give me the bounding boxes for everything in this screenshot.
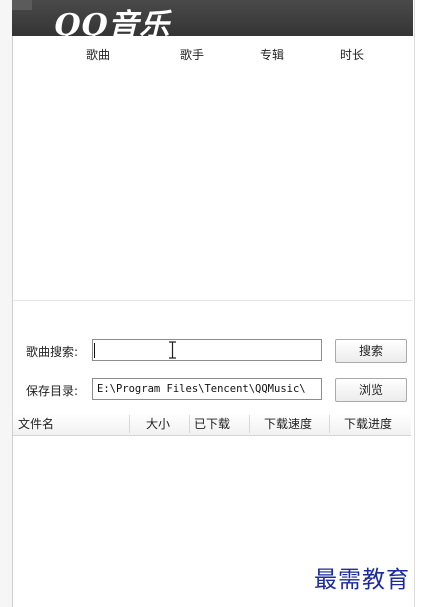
ibeam-cursor-icon — [169, 341, 176, 359]
song-col-title[interactable]: 歌曲 — [86, 46, 110, 63]
dl-col-progress[interactable]: 下载进度 — [339, 413, 411, 435]
text-caret — [94, 343, 95, 358]
song-col-artist[interactable]: 歌手 — [180, 46, 204, 63]
dl-col-size[interactable]: 大小 — [141, 413, 189, 435]
save-dir-label: 保存目录: — [26, 384, 79, 398]
song-col-duration[interactable]: 时长 — [340, 46, 364, 63]
dl-col-filename[interactable]: 文件名 — [13, 413, 129, 435]
app-banner: QQ音乐 — [12, 0, 413, 36]
watermark-text: 最需教育 — [314, 567, 410, 593]
browse-button[interactable]: 浏览 — [335, 378, 407, 402]
dl-col-speed[interactable]: 下载速度 — [259, 413, 329, 435]
download-list-header: 文件名 大小 已下载 下载速度 下载进度 — [13, 413, 411, 436]
save-dir-input[interactable]: E:\Program Files\Tencent\QQMusic\ — [92, 378, 322, 400]
search-button[interactable]: 搜索 — [335, 339, 407, 363]
dl-col-downloaded[interactable]: 已下载 — [189, 413, 249, 435]
banner-corner — [12, 0, 32, 10]
section-divider — [13, 300, 412, 301]
desktop-edge — [0, 0, 12, 607]
song-results-list[interactable] — [13, 66, 412, 300]
col-separator[interactable] — [129, 415, 130, 433]
search-label: 歌曲搜索: — [26, 345, 79, 359]
song-col-album[interactable]: 专辑 — [260, 46, 284, 63]
search-input[interactable] — [92, 339, 322, 361]
app-logo: QQ音乐 — [54, 8, 171, 36]
col-separator[interactable] — [329, 415, 330, 433]
col-separator[interactable] — [249, 415, 250, 433]
